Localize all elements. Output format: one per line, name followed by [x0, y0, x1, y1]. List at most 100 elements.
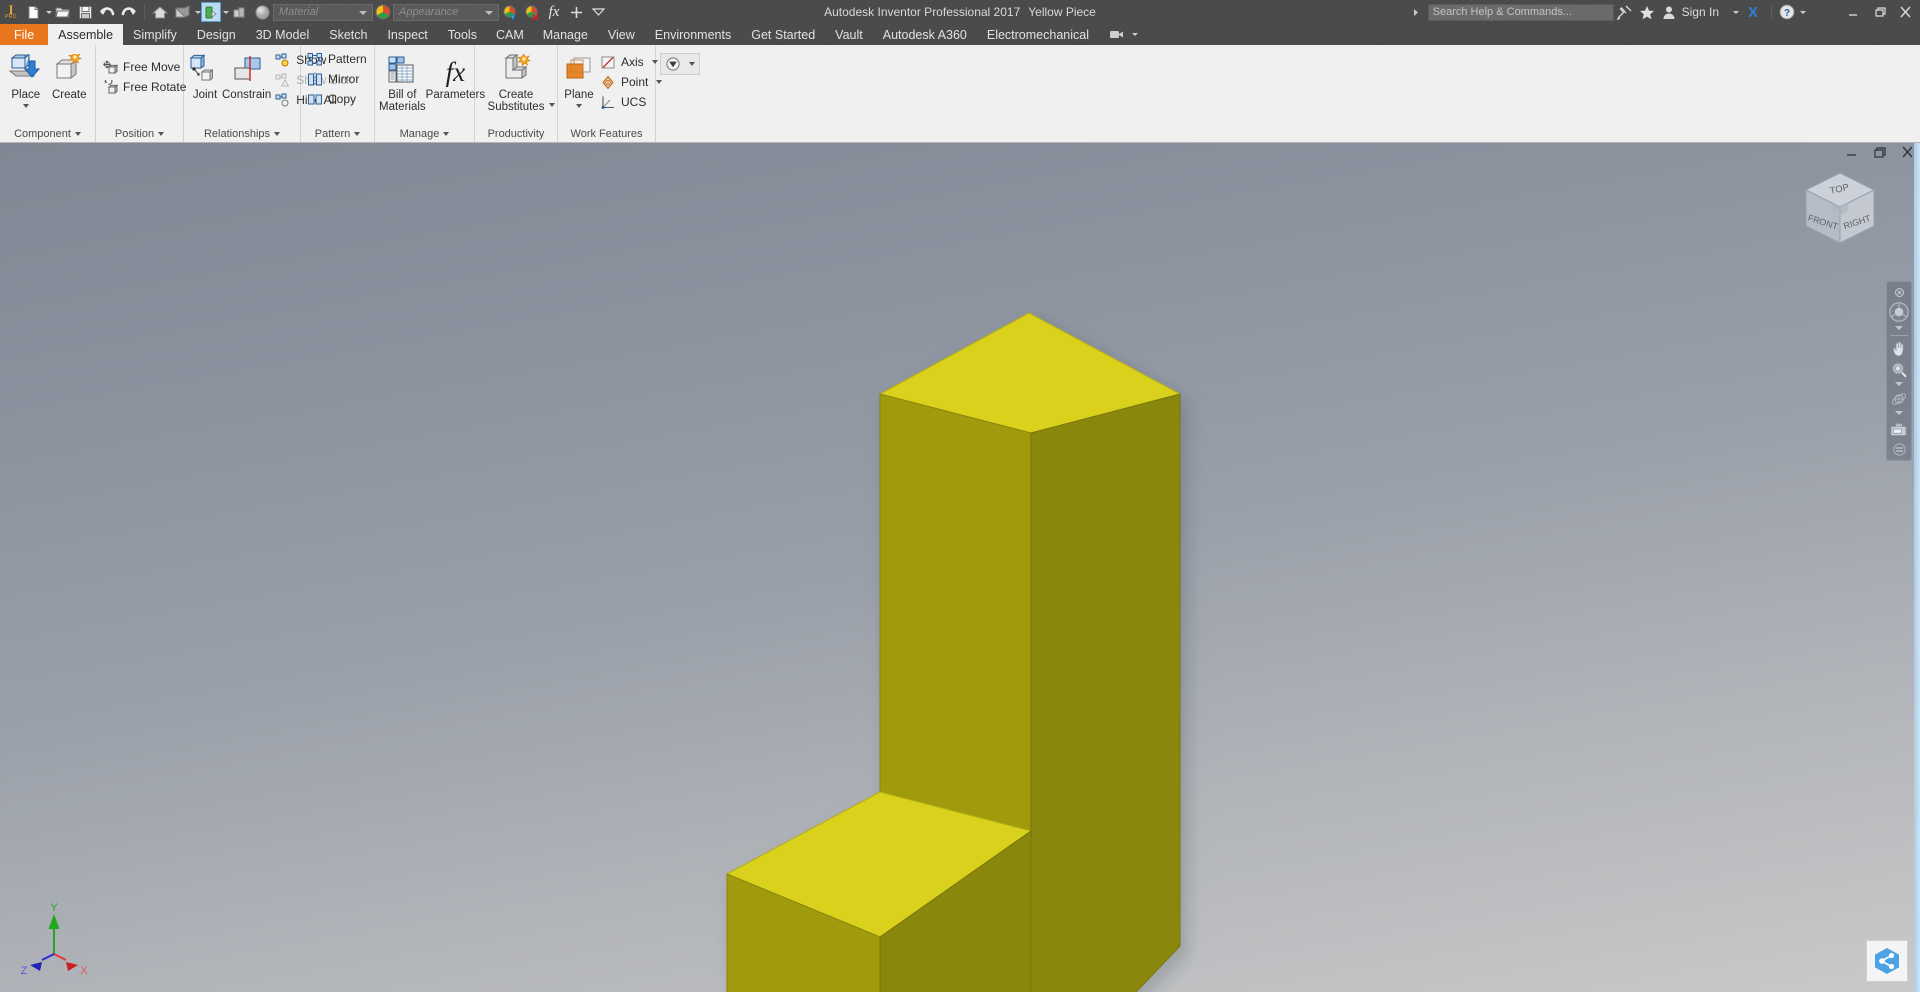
ribbon-tab-sketch[interactable]: Sketch	[319, 24, 377, 45]
doc-close-button[interactable]	[1900, 146, 1914, 161]
free-move-button[interactable]: Free Move	[100, 57, 192, 77]
navbar-options-button[interactable]	[1888, 441, 1910, 457]
work-plane-dropdown-icon[interactable]	[576, 104, 582, 108]
adjust-appearance-button[interactable]	[499, 1, 521, 23]
ribbon-tab-view[interactable]: View	[598, 24, 645, 45]
pattern-button[interactable]: Pattern	[305, 49, 373, 69]
home-button[interactable]	[149, 1, 171, 23]
search-input[interactable]	[1427, 3, 1614, 21]
fx-parameters-button[interactable]: fx	[543, 1, 565, 23]
restore-window-button[interactable]	[1866, 0, 1892, 24]
view-cube[interactable]: TOP FRONT RIGHT	[1792, 163, 1888, 259]
create-substitutes-button[interactable]: Create Substitutes	[479, 48, 555, 113]
appearance-sphere-button[interactable]	[373, 1, 393, 23]
panel-relationships-chevron-down-icon[interactable]	[274, 131, 281, 136]
undo-button[interactable]	[96, 1, 118, 23]
panel-manage-chevron-down-icon[interactable]	[443, 131, 450, 136]
place-component-button[interactable]: Place	[4, 48, 48, 108]
ribbon-tab-tools[interactable]: Tools	[438, 24, 487, 45]
qat-overflow-button[interactable]	[587, 1, 609, 23]
steering-wheel-dropdown-icon[interactable]	[1895, 326, 1903, 330]
orbit-dropdown-icon[interactable]	[1895, 411, 1903, 415]
ribbon-tab-autodesk-a360[interactable]: Autodesk A360	[873, 24, 977, 45]
graphics-viewport[interactable]: TOP FRONT RIGHT Y X Z	[0, 143, 1920, 992]
search-expand-chevron-right-icon[interactable]	[1406, 1, 1428, 23]
ground-drop-dropdown-icon[interactable]	[689, 62, 695, 66]
panel-position-chevron-down-icon[interactable]	[158, 131, 165, 136]
ribbon-tab-overflow[interactable]	[1099, 24, 1148, 45]
panel-pattern-chevron-down-icon[interactable]	[354, 131, 361, 136]
panel-label-productivity[interactable]: Productivity	[475, 125, 557, 142]
zoom-dropdown-icon[interactable]	[1895, 382, 1903, 386]
save-button[interactable]	[74, 1, 96, 23]
ribbon-tab-cam[interactable]: CAM	[487, 24, 533, 45]
zoom-button[interactable]	[1888, 360, 1910, 380]
bill-of-materials-button[interactable]: Bill of Materials	[379, 48, 426, 113]
create-substitutes-dropdown-icon[interactable]	[549, 103, 555, 107]
redo-button[interactable]	[118, 1, 140, 23]
ribbon-tab-get-started[interactable]: Get Started	[741, 24, 825, 45]
orbit-button[interactable]	[1888, 389, 1910, 409]
pan-button[interactable]	[1888, 339, 1910, 359]
ribbon-tab-file[interactable]: File	[0, 24, 49, 45]
ribbon-tab-manage[interactable]: Manage	[533, 24, 598, 45]
close-window-button[interactable]	[1892, 0, 1918, 24]
panel-label-relationships[interactable]: Relationships	[184, 125, 300, 142]
panel-label-pattern[interactable]: Pattern	[301, 125, 374, 142]
favorites-star-icon[interactable]	[1636, 1, 1658, 23]
material-combo-chevron-down-icon[interactable]	[359, 10, 367, 15]
a360-share-button[interactable]	[1866, 940, 1908, 982]
ribbon-tab-electromechanical[interactable]: Electromechanical	[977, 24, 1099, 45]
material-sphere-button[interactable]	[251, 1, 273, 23]
navbar-close-button[interactable]	[1888, 285, 1910, 299]
copy-button[interactable]: Copy	[305, 89, 373, 109]
axis-triad-y-label: Y	[50, 902, 58, 914]
panel-label-manage[interactable]: Manage	[375, 125, 474, 142]
ribbon-tab-environments[interactable]: Environments	[645, 24, 741, 45]
ribbon-tab-assemble[interactable]: Assemble	[48, 24, 124, 45]
select-priority-button[interactable]	[229, 1, 251, 23]
appearance-combo[interactable]: Appearance	[393, 3, 499, 21]
update-button[interactable]	[201, 2, 221, 22]
panel-component-chevron-down-icon[interactable]	[74, 131, 81, 136]
account-person-icon[interactable]	[1658, 1, 1680, 23]
new-document-button[interactable]	[22, 1, 44, 23]
yellow-l-bracket-model[interactable]	[0, 143, 1920, 992]
return-button[interactable]	[171, 1, 193, 23]
appearance-combo-chevron-down-icon[interactable]	[485, 10, 493, 15]
ribbon-tab-design[interactable]: Design	[187, 24, 246, 45]
ribbon-tab-vault[interactable]: Vault	[825, 24, 873, 45]
autodesk-exchange-icon[interactable]: X	[1739, 1, 1767, 23]
ribbon-tab-3d-model[interactable]: 3D Model	[246, 24, 320, 45]
steering-wheel-button[interactable]	[1888, 300, 1910, 324]
panel-label-position[interactable]: Position	[96, 125, 183, 142]
create-component-button[interactable]: Create	[48, 48, 92, 101]
free-rotate-button[interactable]: Free Rotate	[100, 77, 192, 97]
help-question-icon[interactable]: ?	[1776, 1, 1798, 23]
ribbon-tab-simplify[interactable]: Simplify	[123, 24, 187, 45]
doc-restore-button[interactable]	[1872, 146, 1886, 161]
place-component-dropdown-icon[interactable]	[22, 104, 29, 108]
material-combo[interactable]: Material	[273, 3, 373, 21]
ribbon-overflow-chevron-down-icon[interactable]	[1132, 33, 1138, 36]
doc-minimize-button[interactable]	[1844, 146, 1858, 161]
mirror-button[interactable]: Mirror	[305, 69, 373, 89]
ground-drop-button[interactable]	[660, 53, 700, 75]
clear-appearance-button[interactable]	[521, 1, 543, 23]
constrain-label: Constrain	[222, 89, 272, 101]
joint-button[interactable]: Joint	[188, 48, 222, 101]
customize-qat-button[interactable]	[565, 1, 587, 23]
minimize-window-button[interactable]	[1840, 0, 1866, 24]
viewport-right-scroll-edge[interactable]	[1914, 143, 1920, 992]
look-at-button[interactable]	[1888, 418, 1910, 440]
open-document-button[interactable]	[52, 1, 74, 23]
inventor-logo: I PRO	[0, 0, 22, 24]
help-dropdown-icon[interactable]	[1800, 10, 1806, 14]
ribbon-tab-inspect[interactable]: Inspect	[377, 24, 437, 45]
constrain-button[interactable]: Constrain	[222, 48, 271, 101]
panel-label-work-features[interactable]: Work Features	[558, 125, 655, 142]
work-plane-button[interactable]: Plane	[562, 48, 596, 108]
sign-in-label[interactable]: Sign In	[1682, 5, 1719, 19]
panel-label-component[interactable]: Component	[0, 125, 95, 142]
share-satellite-icon[interactable]	[1614, 1, 1636, 23]
